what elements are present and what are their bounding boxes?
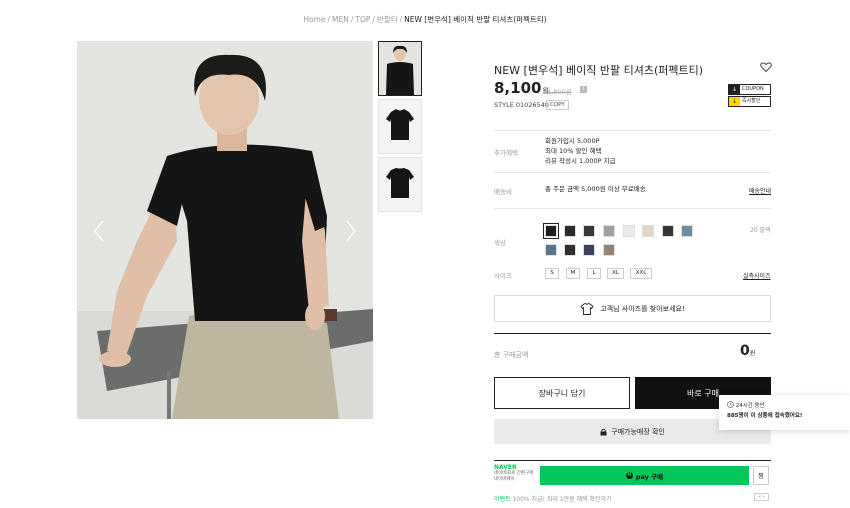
toast-message: 이 이 상품에 접속했어요! [743, 413, 803, 419]
model-photo [77, 41, 373, 419]
divider [494, 208, 771, 209]
copy-button[interactable]: COPY [546, 100, 569, 110]
tshirt-front-image [379, 100, 421, 153]
color-swatch[interactable] [564, 244, 576, 256]
product-title: NEW [변우석] 베이직 반팔 티셔츠(퍼펙트티) [494, 64, 704, 77]
npay-button[interactable]: N pay 구매 [540, 466, 749, 485]
download-icon: ↓ [729, 85, 740, 94]
breadcrumb: Home / MEN / TOP / 반팔티 / NEW [변우석] 베이직 반팔 티셔츠(퍼펙… [303, 15, 547, 24]
size-finder-text: 고객님 사이즈를 찾아보세요! [600, 304, 685, 313]
color-swatch[interactable] [623, 225, 635, 237]
thumbnail-model-image [379, 42, 421, 95]
color-swatch[interactable] [583, 244, 595, 256]
benefit-line: 회원가입시 5,000P [545, 137, 600, 145]
benefit-line: 리뷰 작성시 1,000P 지급 [545, 157, 616, 165]
toast-title: 24시간 동안 [735, 403, 765, 409]
size-option-l[interactable]: L [587, 268, 601, 279]
color-swatch[interactable] [642, 225, 654, 237]
total-price: 0원 [740, 343, 755, 359]
npay-label: pay 구매 [635, 472, 664, 481]
price-value: 8,100 [494, 79, 542, 97]
sale-price: 8,100원 [494, 79, 549, 97]
event-text: 100% 지급! 최대 1만원 혜택 확인하기 [512, 496, 612, 503]
color-swatch[interactable] [603, 244, 615, 256]
add-to-cart-button[interactable]: 장바구니 담기 [494, 377, 630, 409]
divider [494, 130, 771, 131]
shipping-text: 총 주문 금액 5,000원 이상 무료배송 [545, 185, 646, 193]
selected-color-name: 20 블랙 [750, 227, 771, 234]
benefits-label: 추가혜택 [494, 149, 518, 157]
size-label: 사이즈 [494, 272, 512, 280]
divider [494, 460, 771, 461]
total-label: 총 구매금액 [494, 351, 529, 359]
color-swatch[interactable] [564, 225, 576, 237]
shipping-guide-link[interactable]: 배송안내 [749, 186, 771, 195]
size-chart-link[interactable]: 실측사이즈 [743, 271, 771, 280]
original-price: 11,800원 [543, 88, 572, 96]
shipping-label: 배송비 [494, 188, 512, 196]
main-product-image[interactable] [77, 41, 373, 419]
size-finder-button[interactable]: 고객님 사이즈를 찾아보세요! [494, 295, 771, 322]
toast-count: 885명 [727, 413, 744, 419]
tshirt-icon [580, 302, 594, 315]
coupon-label: COUPON [742, 86, 764, 92]
naver-sub-line: 네이버페이 [494, 477, 515, 482]
color-swatch[interactable] [583, 225, 595, 237]
naver-description: 네이버ID로 간편구매 네이버페이 [494, 471, 533, 483]
download-icon: ↓ [729, 97, 740, 106]
benefit-line: 최대 10% 할인 혜택 [545, 147, 602, 155]
color-swatch[interactable] [681, 225, 693, 237]
thumbnail-back[interactable] [378, 157, 422, 212]
next-arrow-icon[interactable] [343, 219, 359, 243]
total-unit: 원 [749, 350, 756, 357]
store-label: 구매가능매장 확인 [611, 427, 665, 436]
tshirt-back-image [379, 158, 421, 211]
instant-discount-button[interactable]: ↓ 즉시할인 [728, 96, 771, 107]
color-label: 색상 [494, 239, 506, 247]
size-option-s[interactable]: S [545, 268, 559, 279]
heart-icon[interactable] [760, 61, 772, 73]
toast-body: 885명이 이 상품에 접속했어요! [727, 411, 842, 421]
divider [494, 333, 771, 334]
naver-event[interactable]: 이벤트 100% 지급! 최대 1만원 혜택 확인하기 [494, 494, 612, 503]
coupon-button[interactable]: ↓ COUPON [728, 84, 771, 95]
style-code: STYLE 01026540 [494, 101, 549, 109]
thumbnail-model[interactable] [378, 41, 422, 96]
size-option-m[interactable]: M [566, 268, 580, 279]
breadcrumb-men[interactable]: MEN [332, 15, 349, 24]
color-swatch[interactable] [662, 225, 674, 237]
divider [494, 172, 771, 173]
total-value: 0 [740, 343, 750, 359]
breadcrumb-home[interactable]: Home [303, 15, 325, 24]
benefits-list: 회원가입시 5,000P 최대 10% 할인 혜택 리뷰 작성시 1,000P … [545, 136, 616, 166]
prev-arrow-icon[interactable] [91, 219, 107, 243]
npay-wishlist-button[interactable]: 찜 [753, 466, 769, 485]
thumbnail-front[interactable] [378, 99, 422, 154]
clock-icon [727, 401, 734, 408]
discount-label: 즉시할인 [742, 98, 761, 104]
color-swatch[interactable] [545, 244, 557, 256]
color-swatch[interactable] [543, 223, 559, 239]
breadcrumb-short-sleeve[interactable]: 반팔티 [377, 15, 398, 24]
event-tag: 이벤트 [494, 496, 511, 503]
breadcrumb-top[interactable]: TOP [355, 15, 370, 24]
naver-logo: NAVER [494, 464, 517, 471]
size-option-xl[interactable]: XL [607, 268, 624, 279]
npay-icon: N [625, 472, 633, 479]
breadcrumb-current: NEW [변우석] 베이직 반팔 티셔츠(퍼펙트티) [404, 15, 547, 24]
size-option-xxl[interactable]: XXL [630, 268, 652, 279]
thumbnail-list [378, 41, 422, 215]
visitor-toast: 24시간 동안 885명이 이 상품에 접속했어요! [719, 395, 850, 430]
price-info-icon[interactable]: i [580, 86, 587, 93]
toast-header: 24시간 동안 [727, 401, 842, 411]
color-swatch[interactable] [603, 225, 615, 237]
event-pager[interactable]: ‹ › [754, 493, 769, 501]
lock-icon [600, 428, 607, 435]
